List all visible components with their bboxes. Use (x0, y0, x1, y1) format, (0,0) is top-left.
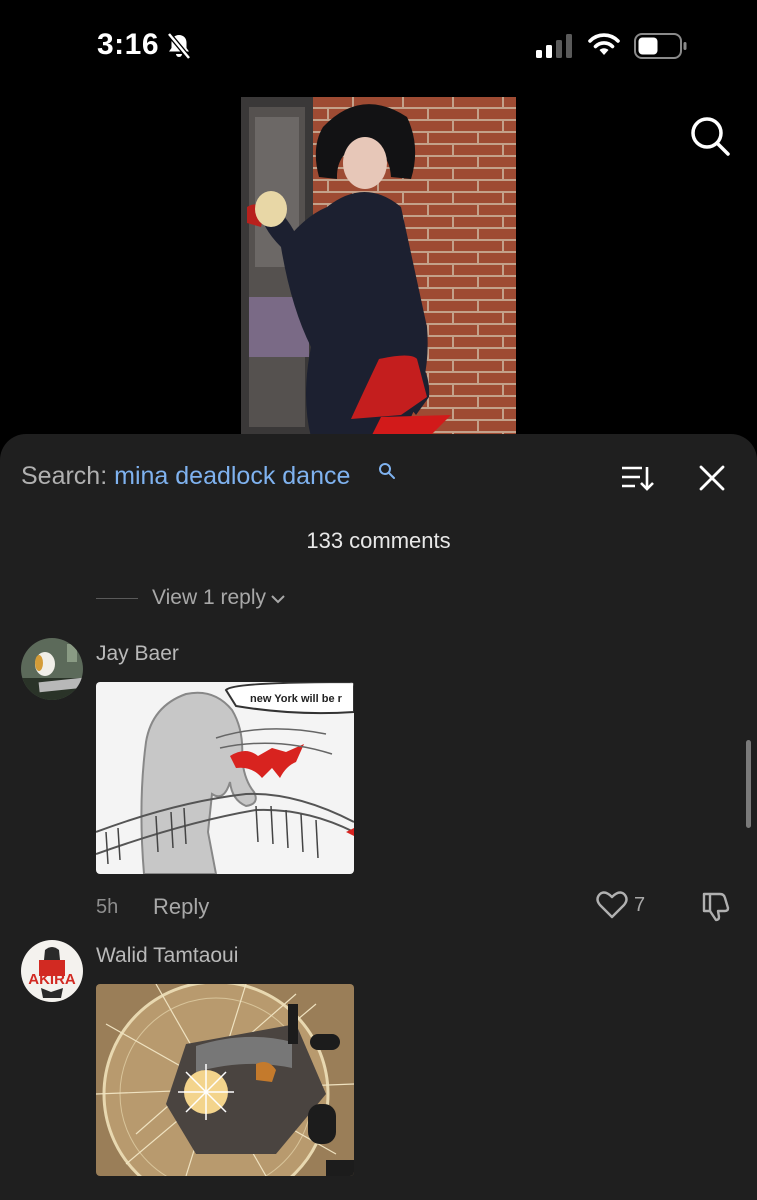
search-query-icon[interactable] (378, 462, 396, 480)
bell-slash-icon (167, 32, 191, 60)
heart-icon (596, 891, 628, 919)
like-button[interactable]: 7 (596, 890, 645, 920)
comment-username[interactable]: Walid Tamtaoui (96, 944, 238, 968)
sort-icon[interactable] (620, 464, 654, 492)
divider (96, 597, 138, 599)
close-icon[interactable] (698, 464, 726, 492)
status-bar: 3:16 (0, 0, 757, 95)
sheet-header: Search: mina deadlock dance (0, 434, 757, 524)
gif-caption: new York will be r (250, 693, 343, 705)
battery-icon (634, 33, 687, 59)
chevron-down-icon (271, 595, 285, 604)
avatar[interactable] (21, 638, 83, 700)
thumbs-down-icon[interactable] (700, 890, 732, 922)
cellular-signal-icon (536, 34, 572, 58)
comment-time: 5h (96, 896, 119, 918)
search-query-link[interactable]: mina deadlock dance (114, 462, 350, 490)
comment-count: 133 comments (306, 528, 451, 553)
wifi-icon (588, 33, 620, 55)
comment-gif[interactable]: new York will be r (96, 682, 354, 874)
scrollbar[interactable] (746, 740, 751, 828)
comment-username[interactable]: Jay Baer (96, 642, 179, 666)
avatar[interactable]: AKIRA (21, 940, 83, 1002)
search-prefix: Search: (21, 462, 108, 490)
view-replies-button[interactable]: View 1 reply (96, 584, 286, 612)
search-icon[interactable] (688, 114, 732, 158)
video-preview[interactable] (241, 97, 516, 437)
view-replies-label: View 1 reply (152, 586, 267, 609)
avatar-lettering: AKIRA (28, 971, 76, 988)
comment-gif[interactable] (96, 984, 354, 1176)
comments-sheet: Search: mina deadlock dance 133 comments… (0, 434, 757, 1200)
reply-button[interactable]: Reply (153, 894, 209, 920)
status-time: 3:16 (97, 28, 160, 61)
search-suggestion[interactable]: Search: mina deadlock dance (21, 462, 350, 491)
like-count: 7 (634, 893, 646, 916)
